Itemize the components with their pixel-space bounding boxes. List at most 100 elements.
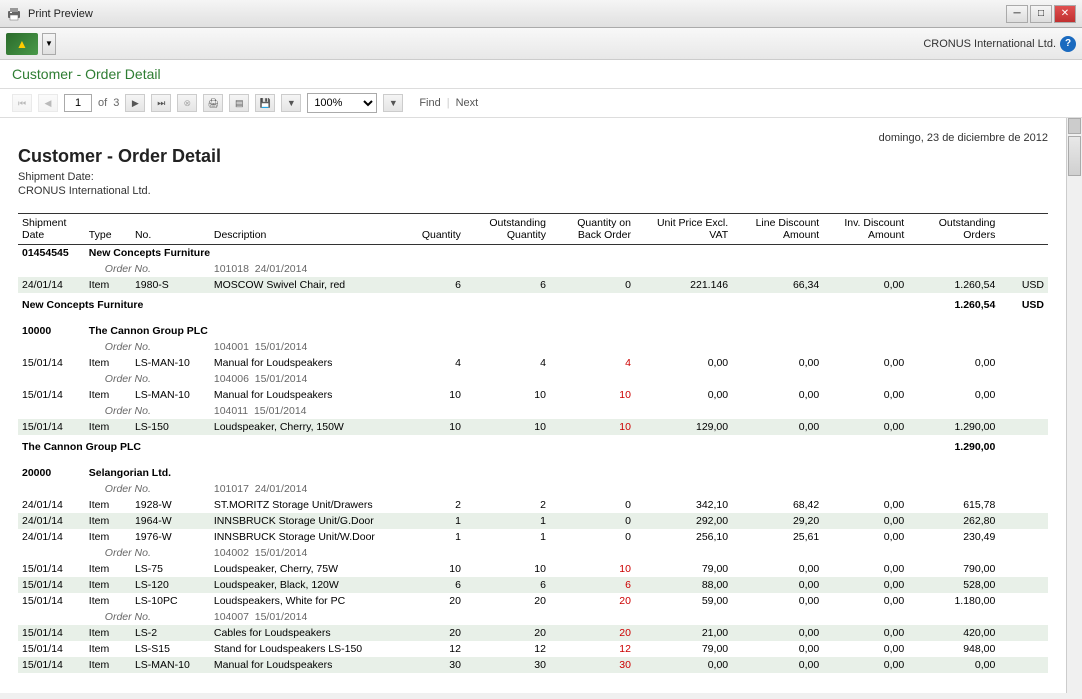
item-no: LS-120 <box>131 577 210 593</box>
export-button[interactable]: 💾 <box>255 94 275 112</box>
subtotal-amount: 1.260,54 <box>908 297 999 313</box>
item-unit-price: 79,00 <box>635 561 732 577</box>
item-unit-price: 59,00 <box>635 593 732 609</box>
item-currency <box>999 625 1048 641</box>
maximize-button[interactable]: □ <box>1030 5 1052 23</box>
col-header-outstanding-qty: Outstanding Quantity <box>465 214 550 245</box>
item-unit-price: 79,00 <box>635 641 732 657</box>
main-area: domingo, 23 de diciembre de 2012 Custome… <box>0 118 1082 693</box>
item-unit-price: 21,00 <box>635 625 732 641</box>
table-row: 10000 The Cannon Group PLC <box>18 323 1048 339</box>
item-line-disc: 0,00 <box>732 657 823 673</box>
item-currency <box>999 355 1048 371</box>
order-label <box>18 545 85 561</box>
item-out-qty: 10 <box>465 419 550 435</box>
customer-subtotal-row: The Cannon Group PLC 1.290,00 <box>18 439 1048 455</box>
toolbar-dropdown-button[interactable]: ▼ <box>42 33 56 55</box>
item-line-disc: 0,00 <box>732 625 823 641</box>
prev-page-button[interactable]: ◀ <box>38 94 58 112</box>
table-row: 15/01/14 Item LS-75 Loudspeaker, Cherry,… <box>18 561 1048 577</box>
subtotal-currency <box>999 439 1048 455</box>
item-type: Item <box>85 355 131 371</box>
item-no: LS-75 <box>131 561 210 577</box>
item-desc: Manual for Loudspeakers <box>210 657 398 673</box>
item-desc: Loudspeaker, Cherry, 150W <box>210 419 398 435</box>
item-backorder: 20 <box>550 625 635 641</box>
item-out-qty: 6 <box>465 577 550 593</box>
order-label <box>18 371 85 387</box>
next-label[interactable]: Next <box>456 97 479 109</box>
item-desc: Manual for Loudspeakers <box>210 355 398 371</box>
item-currency <box>999 657 1048 673</box>
zoom-select[interactable]: 100% 75% 150% <box>307 93 377 113</box>
item-qty: 10 <box>398 561 465 577</box>
item-no: 1964-W <box>131 513 210 529</box>
item-inv-disc: 0,00 <box>823 641 908 657</box>
item-date: 15/01/14 <box>18 641 85 657</box>
item-out-qty: 12 <box>465 641 550 657</box>
item-out-qty: 6 <box>465 277 550 293</box>
table-row: Order No. 104011 15/01/2014 <box>18 403 1048 419</box>
customer-no: 01454545 <box>18 245 85 262</box>
minimize-button[interactable]: ─ <box>1006 5 1028 23</box>
item-inv-disc: 0,00 <box>823 561 908 577</box>
first-page-button[interactable]: ⏮ <box>12 94 32 112</box>
order-label <box>18 403 85 419</box>
item-qty: 1 <box>398 513 465 529</box>
item-date: 15/01/14 <box>18 593 85 609</box>
item-inv-disc: 0,00 <box>823 529 908 545</box>
item-date: 24/01/14 <box>18 513 85 529</box>
item-no: 1976-W <box>131 529 210 545</box>
table-row: Order No. 101017 24/01/2014 <box>18 481 1048 497</box>
help-button[interactable]: ? <box>1060 36 1076 52</box>
company-area: CRONUS International Ltd. ? <box>923 36 1076 52</box>
of-label: of <box>98 97 107 109</box>
scrollbar[interactable] <box>1066 118 1082 693</box>
customer-name: New Concepts Furniture <box>85 245 1048 262</box>
current-page-input[interactable] <box>64 94 92 112</box>
title-bar-controls: ─ □ ✕ <box>1006 5 1076 23</box>
item-type: Item <box>85 387 131 403</box>
last-page-button[interactable]: ⏭ <box>151 94 171 112</box>
item-no: 1928-W <box>131 497 210 513</box>
subtotal-currency: USD <box>999 297 1048 313</box>
order-info: 104001 15/01/2014 <box>210 339 1048 355</box>
item-currency <box>999 577 1048 593</box>
order-info: 101017 24/01/2014 <box>210 481 1048 497</box>
more-button[interactable]: ▼ <box>281 94 301 112</box>
item-type: Item <box>85 657 131 673</box>
report-title: Customer - Order Detail <box>18 146 1048 167</box>
close-button[interactable]: ✕ <box>1054 5 1076 23</box>
item-line-disc: 0,00 <box>732 355 823 371</box>
col-header-backorder: Quantity on Back Order <box>550 214 635 245</box>
report-shipment-label: Shipment Date: <box>18 171 1048 183</box>
content-scroll[interactable]: domingo, 23 de diciembre de 2012 Custome… <box>0 118 1066 693</box>
stop-button[interactable]: ⊗ <box>177 94 197 112</box>
item-no: LS-MAN-10 <box>131 355 210 371</box>
table-header-row: Shipment Date Type No. Description Quant… <box>18 214 1048 245</box>
item-type: Item <box>85 497 131 513</box>
next-page-button[interactable]: ▶ <box>125 94 145 112</box>
table-row: Order No. 104007 15/01/2014 <box>18 609 1048 625</box>
print-button[interactable]: 🖨 <box>203 94 223 112</box>
item-unit-price: 342,10 <box>635 497 732 513</box>
item-desc: Loudspeaker, Black, 120W <box>210 577 398 593</box>
item-no: LS-S15 <box>131 641 210 657</box>
order-info: 104002 15/01/2014 <box>210 545 1048 561</box>
item-desc: INNSBRUCK Storage Unit/W.Door <box>210 529 398 545</box>
order-no-label: Order No. <box>85 481 210 497</box>
subtotal-blank <box>210 297 908 313</box>
item-qty: 30 <box>398 657 465 673</box>
item-backorder: 0 <box>550 277 635 293</box>
order-info: 101018 24/01/2014 <box>210 261 1048 277</box>
item-currency <box>999 641 1048 657</box>
zoom-dropdown-button[interactable]: ▼ <box>383 94 403 112</box>
layout-button[interactable]: ▤ <box>229 94 249 112</box>
item-desc: Manual for Loudspeakers <box>210 387 398 403</box>
table-row: Order No. 104002 15/01/2014 <box>18 545 1048 561</box>
item-type: Item <box>85 593 131 609</box>
customer-name: Selangorian Ltd. <box>85 465 1048 481</box>
item-currency: USD <box>999 277 1048 293</box>
item-line-disc: 0,00 <box>732 641 823 657</box>
table-row <box>18 313 1048 323</box>
